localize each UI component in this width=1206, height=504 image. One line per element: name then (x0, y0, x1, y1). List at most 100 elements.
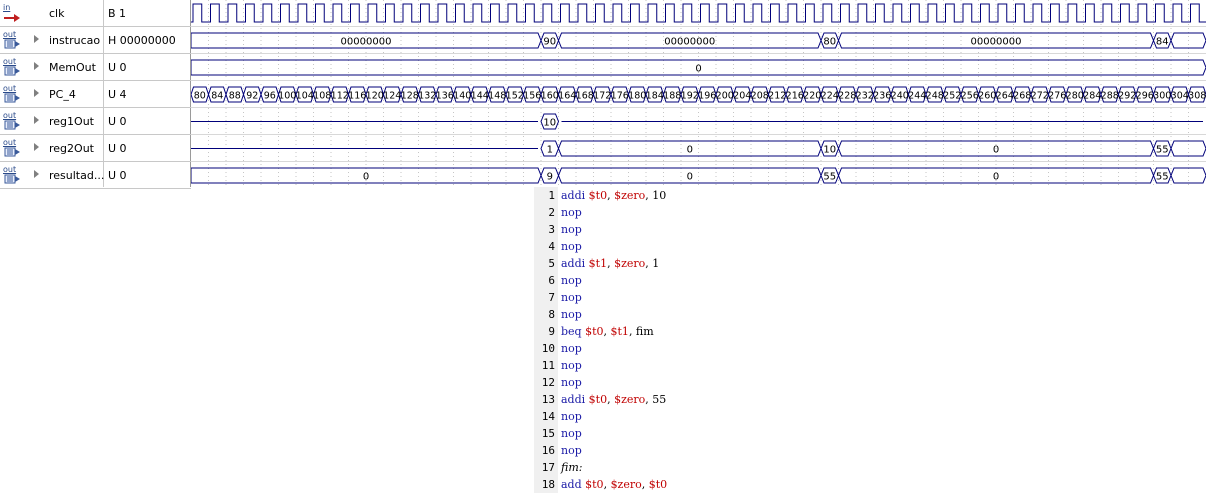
bus-value-label: 212 (768, 91, 786, 102)
code-line[interactable]: 12 nop (534, 374, 726, 391)
bus-value-label: 132 (418, 91, 436, 102)
signal-row-resultad[interactable]: out resultad... U 0 (0, 162, 191, 189)
signal-row-pc4[interactable]: out PC_4 U 4 (0, 81, 191, 108)
bus-value-label: 160 (541, 91, 559, 102)
code-line[interactable]: 9 beq $t0, $t1, fim (534, 323, 726, 340)
signal-row-instrucao[interactable]: out instrucao H 00000000 (0, 27, 191, 54)
expand-arrow-icon[interactable] (34, 116, 39, 124)
code-keyword: nop (561, 410, 582, 423)
bus-value-label: 272 (1031, 91, 1049, 102)
code-keyword: nop (561, 359, 582, 372)
code-line[interactable]: 14 nop (534, 408, 726, 425)
bus-value-label: 116 (348, 91, 366, 102)
code-line[interactable]: 6 nop (534, 272, 726, 289)
line-number: 4 (534, 238, 558, 255)
code-editor[interactable]: 1 addi $t0, $zero, 10 2 nop 3 nop 4 nop 5 addi $t… (534, 187, 726, 495)
code-line[interactable]: 3 nop (534, 221, 726, 238)
bus-value-label: 100 (278, 91, 296, 102)
bus-value-label: 00000000 (664, 37, 715, 48)
code-line[interactable]: 1 addi $t0, $zero, 10 (534, 187, 726, 204)
bus-value-label: 288 (1101, 91, 1119, 102)
code-operand: , fim (628, 325, 654, 338)
waveform-area[interactable]: 00000000 90 00000000 80 00000000 84080 84 88 92 9… (191, 0, 1206, 187)
code-line[interactable]: 5 addi $t1, $zero, 1 (534, 255, 726, 272)
bus-value-label: 124 (383, 91, 401, 102)
code-text: fim: (561, 459, 582, 476)
code-line[interactable]: 4 nop (534, 238, 726, 255)
code-keyword: beq (561, 325, 586, 338)
output-pin-icon: out (3, 111, 21, 131)
expand-arrow-icon[interactable] (34, 170, 39, 178)
bus-value-label: 240 (891, 91, 909, 102)
code-operand: , (603, 325, 611, 338)
code-line[interactable]: 2 nop (534, 204, 726, 221)
line-number: 16 (534, 442, 558, 459)
bus-value-label: 9 (547, 172, 553, 183)
instrucao-waveform: 00000000 90 00000000 80 00000000 84 (191, 32, 1206, 49)
bus-value-label: 148 (488, 91, 506, 102)
code-text: nop (561, 204, 582, 221)
bus-value-label: 164 (558, 91, 576, 102)
bus-value-label: 136 (436, 91, 454, 102)
signal-row-memout[interactable]: out MemOut U 0 (0, 54, 191, 81)
code-line[interactable]: 13 addi $t0, $zero, 55 (534, 391, 726, 408)
code-text: nop (561, 289, 582, 306)
bus-value-label: 10 (543, 118, 556, 129)
bus-value-label: 300 (1153, 91, 1171, 102)
code-line[interactable]: 11 nop (534, 357, 726, 374)
pin-direction-label: out (3, 165, 17, 174)
pin-direction-label: in (3, 3, 11, 12)
code-keyword: addi (561, 393, 589, 406)
signal-value: U 0 (108, 115, 127, 128)
code-line[interactable]: 15 nop (534, 425, 726, 442)
line-number: 14 (534, 408, 558, 425)
bus-value-label: 140 (453, 91, 471, 102)
line-number: 1 (534, 187, 558, 204)
code-register: $zero (614, 393, 646, 406)
line-number: 18 (534, 476, 558, 493)
pin-direction-label: out (3, 138, 17, 147)
bus-value-label: 284 (1083, 91, 1101, 102)
code-line[interactable]: 7 nop (534, 289, 726, 306)
code-line[interactable]: 8 nop (534, 306, 726, 323)
expand-arrow-icon[interactable] (34, 143, 39, 151)
signal-list-panel: in clk B 1 out instrucao H 00000000 out MemOut U… (0, 0, 191, 189)
signal-row-clk[interactable]: in clk B 1 (0, 0, 191, 27)
code-keyword: nop (561, 376, 582, 389)
output-pin-icon: out (3, 57, 21, 77)
code-register: $t1 (588, 257, 608, 270)
expand-arrow-icon[interactable] (34, 89, 39, 97)
bus-value-label: 208 (751, 91, 769, 102)
code-keyword: nop (561, 291, 582, 304)
code-operand: , 1 (645, 257, 660, 270)
bus-value-label: 200 (716, 91, 734, 102)
signal-name: resultad... (49, 169, 105, 182)
bus-value-label: 84 (1156, 37, 1169, 48)
expand-arrow-icon[interactable] (34, 62, 39, 70)
line-number: 13 (534, 391, 558, 408)
code-line[interactable]: 16 nop (534, 442, 726, 459)
MemOut-waveform: 0 (191, 59, 1206, 76)
code-line[interactable]: 10 nop (534, 340, 726, 357)
input-pin-icon: in (3, 3, 21, 23)
signal-row-reg1out[interactable]: out reg1Out U 0 (0, 108, 191, 135)
reg1Out-waveform: 10 (191, 113, 1203, 130)
signal-value: U 0 (108, 169, 127, 182)
code-text: addi $t1, $zero, 1 (561, 255, 659, 272)
bus-value-label: 10 (823, 145, 836, 156)
code-line[interactable]: 17 fim: (534, 459, 726, 476)
bus-value-label: 00000000 (971, 37, 1022, 48)
code-line[interactable]: 18 add $t0, $zero, $t0 (534, 476, 726, 493)
bus-value-label: 252 (943, 91, 961, 102)
code-register: $t0 (585, 325, 604, 338)
bus-value-label: 168 (576, 91, 594, 102)
bus-value-label: 84 (211, 91, 223, 102)
bus-value-label: 92 (246, 91, 258, 102)
line-number: 5 (534, 255, 558, 272)
bus-value-label: 0 (993, 172, 999, 183)
expand-arrow-icon[interactable] (34, 35, 39, 43)
signal-name: MemOut (49, 61, 96, 74)
signal-row-reg2out[interactable]: out reg2Out U 0 (0, 135, 191, 162)
bus-value-label: 232 (856, 91, 874, 102)
code-operand: , (641, 478, 649, 491)
